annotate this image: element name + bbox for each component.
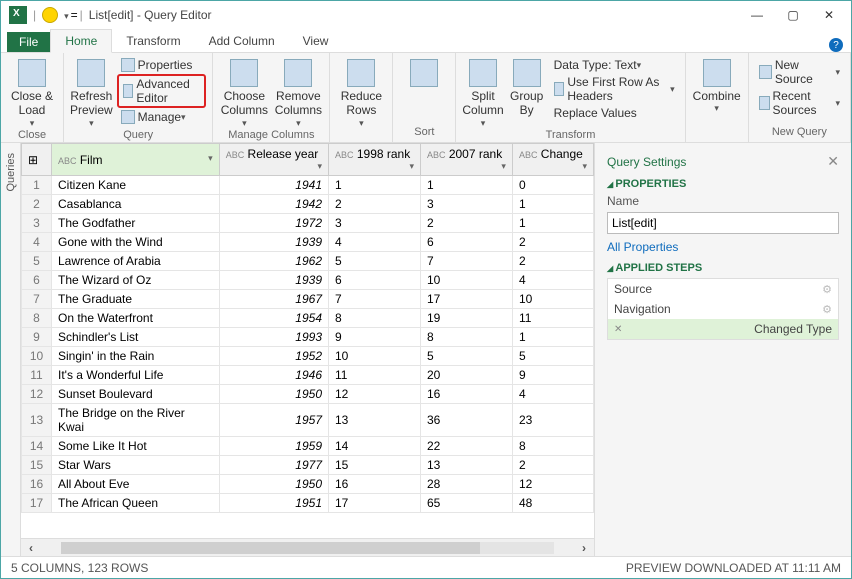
query-name-input[interactable] [607, 212, 839, 234]
close-and-load-button[interactable]: Close & Load [7, 55, 57, 129]
table-row[interactable]: 2Casablanca1942231 [22, 195, 594, 214]
window-title: List[edit] - Query Editor [89, 8, 212, 22]
ribbon-tabs: File Home Transform Add Column View ? [1, 29, 851, 53]
queries-pane-toggle[interactable]: Queries [1, 143, 21, 556]
column-header[interactable]: ABC 2007 rank▾ [420, 144, 512, 176]
split-column-button[interactable]: Split Column [462, 55, 503, 129]
table-row[interactable]: 5Lawrence of Arabia1962572 [22, 252, 594, 271]
table-row[interactable]: 14Some Like It Hot195914228 [22, 437, 594, 456]
minimize-button[interactable]: — [739, 4, 775, 26]
table-row[interactable]: 6The Wizard of Oz19396104 [22, 271, 594, 290]
horizontal-scrollbar[interactable]: ‹› [21, 538, 594, 556]
all-properties-link[interactable]: All Properties [607, 240, 678, 254]
column-header[interactable]: ABC Release year▾ [219, 144, 328, 176]
choose-columns-button[interactable]: Choose Columns [219, 55, 269, 129]
table-row[interactable]: 7The Graduate196771710 [22, 290, 594, 309]
smile-icon[interactable] [42, 7, 58, 23]
replace-values-button[interactable]: Replace Values [550, 105, 679, 121]
group-by-button[interactable]: Group By [508, 55, 546, 118]
gear-icon[interactable]: ⚙ [822, 283, 832, 296]
reduce-rows-button[interactable]: Reduce Rows [336, 55, 386, 129]
properties-section-header[interactable]: PROPERTIES [607, 178, 839, 190]
table-row[interactable]: 8On the Waterfront195481911 [22, 309, 594, 328]
column-header[interactable]: ABC Change▾ [512, 144, 593, 176]
title-bar: | = | List[edit] - Query Editor — ▢ ✕ [1, 1, 851, 29]
table-row[interactable]: 15Star Wars197715132 [22, 456, 594, 475]
table-row[interactable]: 9Schindler's List1993981 [22, 328, 594, 347]
applied-steps-header[interactable]: APPLIED STEPS [607, 262, 839, 274]
query-settings-pane: Query Settings✕ PROPERTIES Name All Prop… [594, 143, 851, 556]
column-header[interactable]: ABC 1998 rank▾ [329, 144, 421, 176]
data-type-button[interactable]: Data Type: Text [550, 57, 679, 73]
row-header-corner[interactable]: ⊞ [22, 144, 52, 176]
close-button[interactable]: ✕ [811, 4, 847, 26]
excel-icon [9, 6, 27, 24]
ribbon: Close & Load Close Refresh Preview Prope… [1, 53, 851, 143]
recent-sources-button[interactable]: Recent Sources [755, 88, 844, 118]
table-row[interactable]: 10Singin' in the Rain19521055 [22, 347, 594, 366]
status-bar: 5 COLUMNS, 123 ROWS PREVIEW DOWNLOADED A… [1, 556, 851, 578]
sort-asc-button[interactable] [399, 55, 449, 89]
maximize-button[interactable]: ▢ [775, 4, 811, 26]
new-source-button[interactable]: New Source [755, 57, 844, 87]
tab-file[interactable]: File [7, 32, 50, 52]
table-row[interactable]: 12Sunset Boulevard195012164 [22, 385, 594, 404]
advanced-editor-button[interactable]: Advanced Editor [117, 74, 207, 108]
applied-step[interactable]: Navigation⚙ [608, 299, 838, 319]
table-row[interactable]: 3The Godfather1972321 [22, 214, 594, 233]
table-row[interactable]: 4Gone with the Wind1939462 [22, 233, 594, 252]
table-row[interactable]: 1Citizen Kane1941110 [22, 176, 594, 195]
gear-icon[interactable]: ⚙ [822, 303, 832, 316]
tab-home[interactable]: Home [50, 29, 112, 53]
remove-columns-button[interactable]: Remove Columns [273, 55, 323, 129]
column-header[interactable]: ABC Film▾ [52, 144, 220, 176]
close-settings-button[interactable]: ✕ [827, 153, 839, 170]
table-row[interactable]: 16All About Eve1950162812 [22, 475, 594, 494]
applied-step[interactable]: Changed Type [608, 319, 838, 339]
combine-button[interactable]: Combine [692, 55, 742, 114]
applied-step[interactable]: Source⚙ [608, 279, 838, 299]
tab-view[interactable]: View [289, 30, 343, 52]
tab-add-column[interactable]: Add Column [195, 30, 289, 52]
properties-button[interactable]: Properties [117, 57, 207, 73]
data-grid[interactable]: ⊞ABC Film▾ABC Release year▾ABC 1998 rank… [21, 143, 594, 538]
table-row[interactable]: 17The African Queen1951176548 [22, 494, 594, 513]
tab-transform[interactable]: Transform [112, 30, 194, 52]
table-row[interactable]: 11It's a Wonderful Life194611209 [22, 366, 594, 385]
table-row[interactable]: 13The Bridge on the River Kwai1957133623 [22, 404, 594, 437]
refresh-preview-button[interactable]: Refresh Preview [70, 55, 113, 129]
manage-button[interactable]: Manage [117, 109, 207, 125]
first-row-headers-button[interactable]: Use First Row As Headers [550, 74, 679, 104]
help-icon[interactable]: ? [829, 38, 843, 52]
